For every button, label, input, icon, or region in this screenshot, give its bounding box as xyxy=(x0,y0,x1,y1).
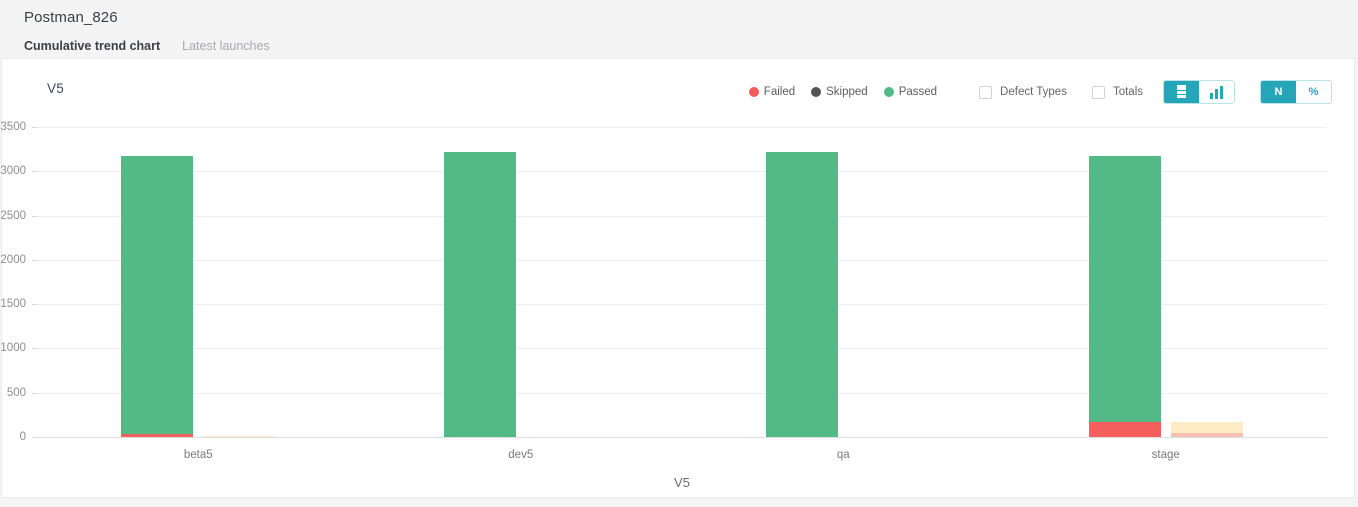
widget-title: V5 xyxy=(47,81,65,96)
y-axis-tick-mark xyxy=(32,304,37,306)
chart-card: V5 Failed Skipped Passed Defect Types To… xyxy=(0,58,1355,499)
cumulative-trend-chart: 0 500 1000 1500 2000 2500 3000 3500 beta5 dev5 qa s… xyxy=(0,117,1354,499)
tab-latest-launches[interactable]: Latest launches xyxy=(182,38,270,54)
tab-cumulative-trend-chart[interactable]: Cumulative trend chart xyxy=(24,38,160,54)
bar-segment-passed[interactable] xyxy=(121,156,194,435)
checkbox-box-defect-types[interactable] xyxy=(979,85,993,99)
y-axis-tick-label: 0 xyxy=(19,431,26,443)
checkbox-defect-types[interactable]: Defect Types xyxy=(979,85,1067,99)
y-axis-tick-mark xyxy=(32,392,37,394)
legend-label-failed: Failed xyxy=(763,86,796,98)
widget-controls: Failed Skipped Passed Defect Types Total… xyxy=(748,77,1332,107)
x-axis-tick-label: dev5 xyxy=(508,449,534,461)
bar-segment-passed[interactable] xyxy=(1088,156,1161,422)
checkbox-totals[interactable]: Totals xyxy=(1091,85,1143,99)
y-axis-tick-label: 2000 xyxy=(0,253,26,266)
skipped-color-dot xyxy=(811,87,822,97)
checkbox-box-totals[interactable] xyxy=(1091,85,1105,99)
y-axis-tick-label: 1000 xyxy=(0,342,26,355)
y-axis-tick-mark xyxy=(32,127,37,128)
checkbox-label-totals: Totals xyxy=(1112,86,1143,98)
legend-item-failed[interactable]: Failed xyxy=(748,86,796,98)
defect-bar-stack-stage[interactable] xyxy=(1170,422,1243,437)
y-axis-tick-mark xyxy=(32,348,37,350)
x-axis-tick-label: beta5 xyxy=(183,449,213,461)
passed-color-dot xyxy=(883,87,894,97)
legend-item-skipped[interactable]: Skipped xyxy=(811,86,868,98)
plot-area[interactable]: 0 500 1000 1500 2000 2500 3000 3500 beta5 dev5 qa s… xyxy=(0,121,1327,490)
chart-view-toggle xyxy=(1163,80,1235,104)
bar-stack-stage[interactable] xyxy=(1088,156,1161,437)
defect-segment-system-issue[interactable] xyxy=(1170,433,1243,437)
y-axis-tick-mark xyxy=(32,259,37,261)
tab-bar: Cumulative trend chart Latest launches xyxy=(24,32,1358,54)
bar-stack-qa[interactable] xyxy=(766,152,839,437)
defect-segment-system-issue[interactable] xyxy=(203,436,276,437)
x-axis-tick-label: qa xyxy=(836,449,850,461)
bar-stack-beta5[interactable] xyxy=(121,156,194,437)
bar-stack-dev5[interactable] xyxy=(443,152,516,437)
y-axis-tick-label: 3000 xyxy=(0,165,26,178)
x-axis-title: V5 xyxy=(674,475,690,490)
page-title: Postman_826 xyxy=(24,9,118,26)
page-header: Postman_826 Cumulative trend chart Lates… xyxy=(0,0,1358,54)
widget-toolbar: V5 Failed Skipped Passed Defect Types To… xyxy=(2,77,1354,107)
y-axis-tick-label: 3500 xyxy=(0,121,26,133)
defect-bar-stack-beta5[interactable] xyxy=(203,435,276,437)
checkbox-label-defect-types: Defect Types xyxy=(1000,86,1067,98)
y-axis-tick-mark xyxy=(32,171,37,173)
bar-segment-passed[interactable] xyxy=(443,152,516,437)
bar-segment-failed[interactable] xyxy=(1088,421,1161,437)
unit-toggle: N % xyxy=(1260,80,1332,104)
bar-segment-passed[interactable] xyxy=(766,152,839,437)
unit-toggle-number[interactable]: N xyxy=(1261,81,1296,103)
grouped-bar-icon[interactable] xyxy=(1199,81,1234,103)
y-axis-tick-label: 500 xyxy=(6,386,26,399)
x-axis-tick-label: stage xyxy=(1151,449,1180,461)
bar-segment-failed[interactable] xyxy=(121,434,194,437)
legend-label-passed: Passed xyxy=(898,86,938,98)
stacked-bar-icon[interactable] xyxy=(1164,81,1199,103)
gridline xyxy=(37,437,1327,438)
y-axis-tick-mark xyxy=(32,437,37,438)
y-axis-tick-label: 1500 xyxy=(0,298,26,311)
failed-color-dot xyxy=(748,87,759,97)
unit-toggle-percent[interactable]: % xyxy=(1296,81,1331,103)
legend-item-passed[interactable]: Passed xyxy=(883,86,938,98)
y-axis-tick-label: 2500 xyxy=(0,209,26,222)
legend-label-skipped: Skipped xyxy=(826,86,868,98)
gridline xyxy=(37,127,1327,128)
defect-segment-product-bug[interactable] xyxy=(203,435,276,437)
defect-segment-product-bug[interactable] xyxy=(1170,422,1243,434)
y-axis-tick-mark xyxy=(32,215,37,217)
